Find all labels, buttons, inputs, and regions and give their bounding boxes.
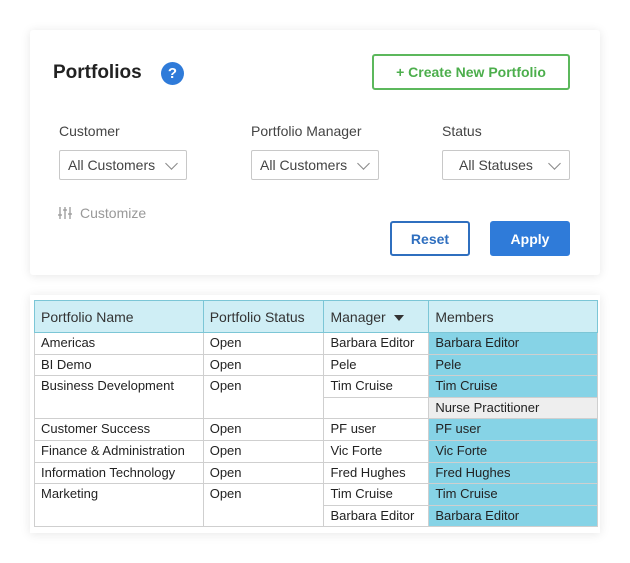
- chevron-down-icon: [548, 156, 561, 170]
- column-header-manager-label: Manager: [330, 308, 386, 325]
- portfolio-name-cell[interactable]: Business Development: [34, 375, 204, 420]
- member-cell: Barbara Editor: [428, 332, 598, 355]
- sliders-icon: [58, 207, 72, 219]
- member-cell: PF user: [428, 418, 598, 441]
- portfolio-status-cell: Open: [202, 461, 325, 485]
- manager-select-value: All Customers: [260, 157, 348, 173]
- customer-select-value: All Customers: [68, 157, 156, 173]
- table-row[interactable]: Finance & Administration Open Vic Forte Vic…: [34, 439, 598, 463]
- table-row[interactable]: BI Demo Open Pele Pele: [34, 353, 598, 377]
- member-cell: Nurse Practitioner: [428, 396, 598, 420]
- member-cell: Tim Cruise: [428, 483, 598, 506]
- customer-label: Customer: [59, 123, 120, 139]
- portfolio-name-cell[interactable]: Customer Success: [34, 418, 204, 441]
- status-label: Status: [442, 123, 482, 139]
- manager-cell: Pele: [323, 353, 430, 377]
- portfolio-name-cell[interactable]: Marketing: [34, 483, 204, 528]
- portfolio-name-cell[interactable]: BI Demo: [34, 353, 204, 377]
- portfolios-table: Portfolio Name Portfolio Status Manager …: [34, 300, 598, 528]
- filter-panel: Portfolios ? + Create New Portfolio Cust…: [30, 30, 600, 275]
- table-row[interactable]: Information Technology Open Fred Hughes Fre…: [34, 461, 598, 485]
- manager-cell: Fred Hughes: [323, 461, 430, 485]
- create-portfolio-button[interactable]: + Create New Portfolio: [372, 54, 570, 90]
- member-cell: Barbara Editor: [428, 504, 598, 528]
- portfolio-name-cell[interactable]: Information Technology: [34, 461, 204, 485]
- table-row[interactable]: Americas Open Barbara Editor Barbara Editor: [34, 332, 598, 355]
- help-icon[interactable]: ?: [161, 62, 184, 85]
- column-header-portfolio-name[interactable]: Portfolio Name: [34, 300, 204, 333]
- manager-cell: Tim Cruise: [323, 375, 430, 398]
- portfolio-manager-label: Portfolio Manager: [251, 123, 362, 139]
- column-header-manager[interactable]: Manager: [323, 300, 430, 333]
- manager-cell: Tim Cruise: [323, 483, 430, 506]
- member-cell: Pele: [428, 353, 598, 377]
- customer-select[interactable]: All Customers: [59, 150, 187, 180]
- member-cell: Vic Forte: [428, 439, 598, 463]
- portfolio-status-cell: Open: [202, 418, 325, 441]
- table-row[interactable]: Marketing Open Tim Cruise Tim Cruise: [34, 483, 598, 528]
- manager-cell: Vic Forte: [323, 439, 430, 463]
- portfolio-status-cell: Open: [202, 375, 325, 420]
- portfolios-table-panel: Portfolio Name Portfolio Status Manager …: [30, 295, 600, 533]
- sort-descending-icon[interactable]: [393, 314, 404, 321]
- table-header-row: Portfolio Name Portfolio Status Manager …: [34, 300, 598, 333]
- customize-label: Customize: [80, 205, 147, 221]
- table-body: Americas Open Barbara Editor Barbara Editor…: [34, 332, 598, 528]
- portfolio-manager-select[interactable]: All Customers: [251, 150, 379, 180]
- status-select-value: All Statuses: [459, 157, 533, 173]
- column-header-members[interactable]: Members: [428, 300, 598, 333]
- manager-cell: Barbara Editor: [323, 332, 430, 355]
- portfolio-status-cell: Open: [202, 332, 325, 355]
- manager-cell: Barbara Editor: [323, 504, 430, 528]
- portfolio-status-cell: Open: [202, 439, 325, 463]
- member-cell: Fred Hughes: [428, 461, 598, 485]
- manager-cell: PF user: [323, 418, 430, 441]
- member-cell: Tim Cruise: [428, 375, 598, 398]
- portfolio-name-cell[interactable]: Americas: [34, 332, 204, 355]
- column-header-portfolio-status[interactable]: Portfolio Status: [202, 300, 325, 333]
- manager-cell: [323, 396, 430, 420]
- apply-button[interactable]: Apply: [490, 221, 570, 256]
- status-select[interactable]: All Statuses: [442, 150, 570, 180]
- portfolio-status-cell: Open: [202, 353, 325, 377]
- portfolio-name-cell[interactable]: Finance & Administration: [34, 439, 204, 463]
- table-row[interactable]: Business Development Open Tim Cruise Tim Cr…: [34, 375, 598, 420]
- portfolio-status-cell: Open: [202, 483, 325, 528]
- page-title: Portfolios: [53, 62, 142, 83]
- table-row[interactable]: Customer Success Open PF user PF user: [34, 418, 598, 441]
- customize-link[interactable]: Customize: [58, 205, 146, 221]
- chevron-down-icon: [165, 156, 178, 170]
- reset-button[interactable]: Reset: [390, 221, 470, 256]
- chevron-down-icon: [357, 156, 370, 170]
